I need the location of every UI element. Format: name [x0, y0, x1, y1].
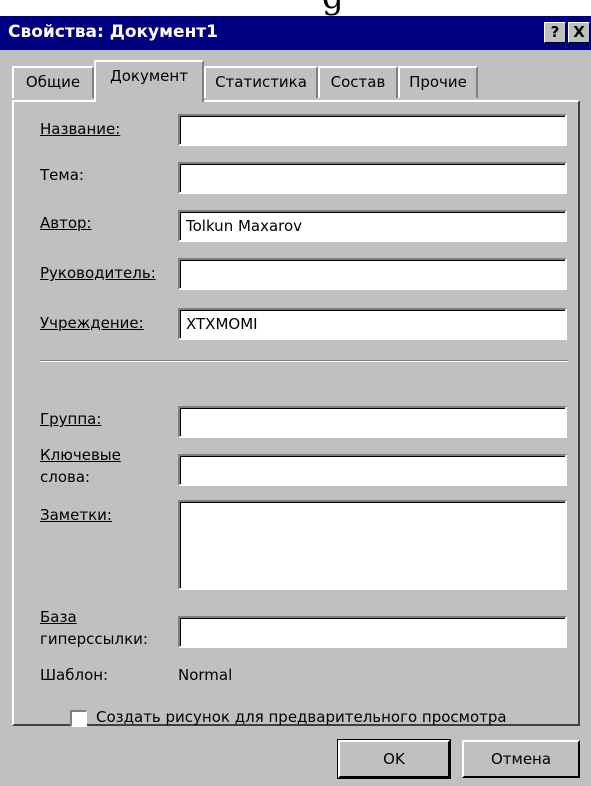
- template-label: Шаблон:: [40, 666, 109, 684]
- preview-checkbox-label[interactable]: Создать рисунок для предварительного про…: [96, 708, 507, 727]
- tab-statistics[interactable]: Статистика: [204, 66, 318, 98]
- tab-contents[interactable]: Состав: [318, 66, 398, 98]
- dialog-title: Свойства: Документ1: [8, 22, 218, 42]
- cropped-glyph: g: [322, 0, 344, 14]
- section-divider: [40, 360, 568, 362]
- tab-panel-document: Название: Тема: Автор: Tolkun Maxarov Ру…: [12, 100, 580, 727]
- title-label: Название:: [40, 120, 121, 138]
- title-bar[interactable]: Свойства: Документ1 ? X: [0, 16, 591, 50]
- document-properties-dialog: Свойства: Документ1 ? X Общие Документ С…: [0, 16, 591, 786]
- subject-label: Тема:: [40, 166, 84, 184]
- keywords-label-line1: Ключевые: [40, 446, 121, 464]
- title-field[interactable]: [178, 114, 567, 146]
- template-value: Normal: [178, 666, 233, 684]
- cancel-button[interactable]: Отмена: [462, 740, 580, 778]
- preview-checkbox[interactable]: [70, 710, 87, 727]
- author-label: Автор:: [40, 214, 92, 232]
- category-field[interactable]: [178, 406, 567, 438]
- hyperlink-base-field[interactable]: [178, 616, 567, 648]
- keywords-label-line2: слова:: [40, 468, 91, 486]
- ok-button[interactable]: OK: [337, 739, 451, 779]
- company-label: Учреждение:: [40, 314, 144, 332]
- tab-general[interactable]: Общие: [12, 66, 94, 98]
- cropped-text-fragment: g: [0, 0, 591, 16]
- comments-field[interactable]: [178, 500, 567, 590]
- tab-other[interactable]: Прочие: [398, 66, 478, 98]
- category-label: Группа:: [40, 410, 102, 428]
- comments-label: Заметки:: [40, 506, 112, 524]
- hyperlink-base-label-line2: гиперссылки:: [40, 630, 148, 648]
- company-field[interactable]: XTXMOMI: [178, 308, 567, 340]
- subject-field[interactable]: [178, 162, 567, 194]
- tab-document[interactable]: Документ: [94, 60, 204, 102]
- hyperlink-base-label-line1: База: [40, 608, 77, 626]
- manager-label: Руководитель:: [40, 264, 156, 282]
- keywords-field[interactable]: [178, 454, 567, 486]
- help-button[interactable]: ?: [544, 22, 566, 43]
- close-button[interactable]: X: [568, 22, 590, 43]
- manager-field[interactable]: [178, 258, 567, 290]
- author-field[interactable]: Tolkun Maxarov: [178, 210, 567, 242]
